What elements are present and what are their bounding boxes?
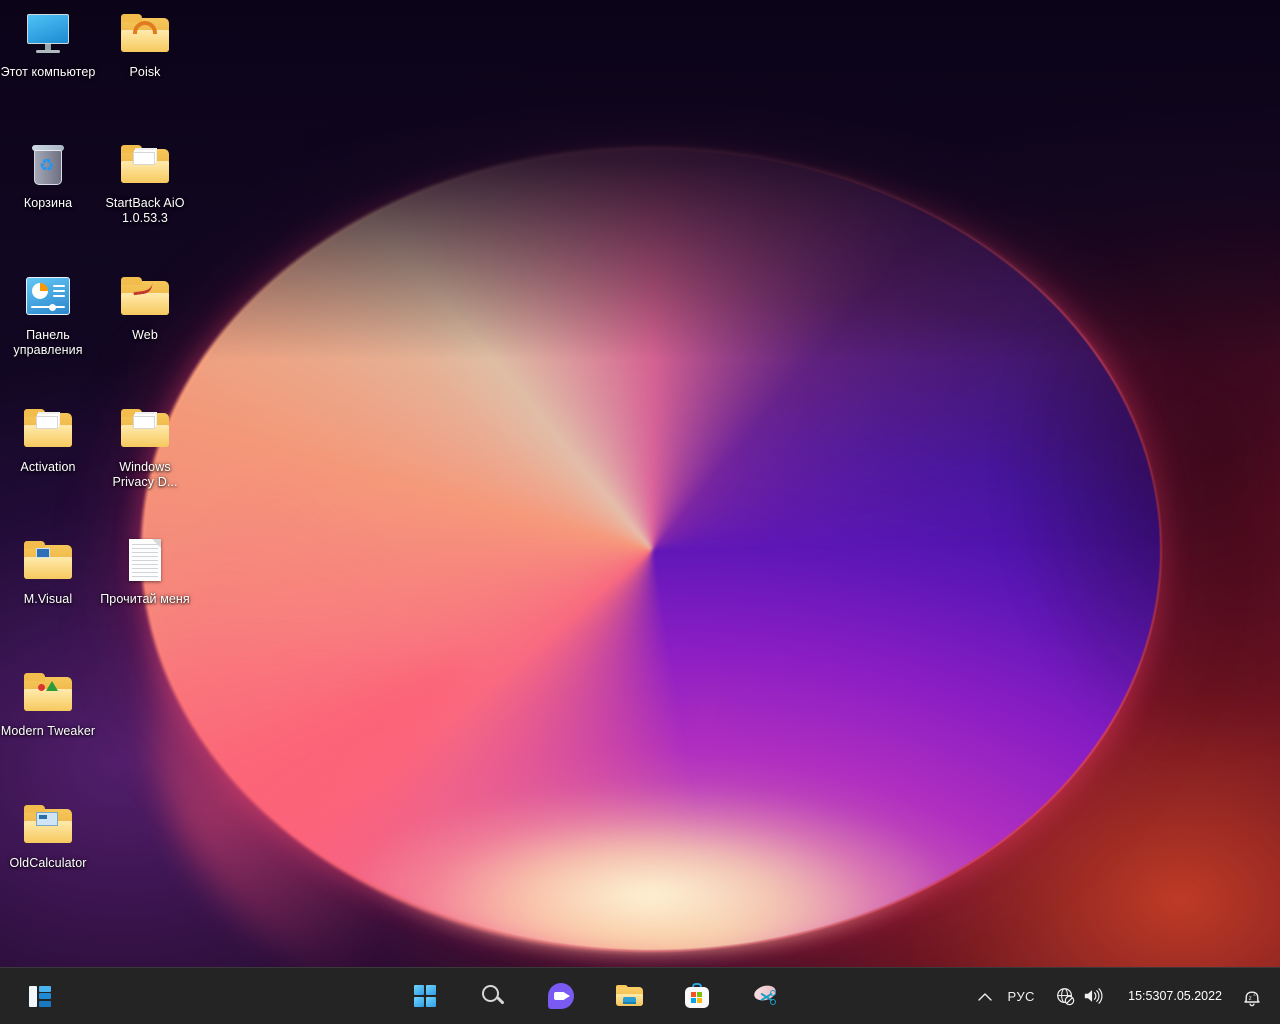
monitor-icon — [23, 10, 73, 60]
folder-icon — [23, 669, 73, 719]
store-icon — [684, 983, 710, 1009]
chat-icon — [548, 983, 574, 1009]
taskbar-left-section — [0, 976, 220, 1016]
desktop-icon-this-pc[interactable]: Этот компьютер — [0, 10, 96, 80]
globe-no-internet-icon — [1056, 987, 1075, 1006]
desktop-icon-label: Activation — [0, 460, 96, 475]
taskbar-snipping-tool-button[interactable] — [745, 976, 785, 1016]
desktop-icon-control-panel[interactable]: Панель управления — [0, 273, 96, 358]
taskbar-start-button[interactable] — [405, 976, 445, 1016]
speaker-icon — [1083, 987, 1103, 1005]
desktop-icon-label: Poisk — [97, 65, 193, 80]
taskbar-clock[interactable]: 15:53 07.05.2022 — [1116, 976, 1234, 1016]
desktop-icon-m-visual[interactable]: M.Visual — [0, 537, 96, 607]
desktop-icon-label: Панель управления — [0, 328, 96, 358]
svg-text:z: z — [1253, 991, 1256, 997]
svg-text:z: z — [1249, 995, 1252, 1002]
taskbar-file-explorer-button[interactable] — [609, 976, 649, 1016]
control-panel-icon — [23, 273, 73, 323]
folder-icon — [23, 801, 73, 851]
folder-icon — [120, 10, 170, 60]
folder-icon — [120, 405, 170, 455]
desktop-icon-activation[interactable]: Activation — [0, 405, 96, 475]
folder-icon — [120, 273, 170, 323]
widgets-icon — [29, 986, 51, 1007]
desktop-icon-poisk[interactable]: Poisk — [97, 10, 193, 80]
desktop-icon-label: Этот компьютер — [0, 65, 96, 80]
chevron-up-icon — [978, 992, 992, 1001]
desktop-icon-label: Web — [97, 328, 193, 343]
folder-icon — [120, 141, 170, 191]
desktop-icon-modern-tweaker[interactable]: Modern Tweaker — [0, 669, 96, 739]
desktop-icon-readme[interactable]: Прочитай меня — [97, 537, 193, 607]
tray-language-button[interactable]: РУС — [1000, 976, 1042, 1016]
recycle-bin-icon: ♻ — [23, 141, 73, 191]
desktop-icon-windows-privacy[interactable]: Windows Privacy D... — [97, 405, 193, 490]
folder-icon — [23, 537, 73, 587]
tray-network-volume-button[interactable] — [1042, 976, 1116, 1016]
clock-date: 07.05.2022 — [1159, 989, 1222, 1003]
desktop-icon-startback-aio[interactable]: StartBack AiO 1.0.53.3 — [97, 141, 193, 226]
search-icon — [482, 985, 505, 1008]
taskbar-store-button[interactable] — [677, 976, 717, 1016]
tray-notification-button[interactable]: z z — [1234, 976, 1270, 1016]
taskbar-search-button[interactable] — [473, 976, 513, 1016]
tray-overflow-button[interactable] — [970, 976, 1000, 1016]
desktop-icon-label: Windows Privacy D... — [97, 460, 193, 490]
folder-icon — [616, 985, 643, 1007]
folder-icon — [23, 405, 73, 455]
desktop-icon-label: Прочитай меня — [97, 592, 193, 607]
language-indicator-label: РУС — [1008, 989, 1035, 1004]
desktop-icon-label: Корзина — [0, 196, 96, 211]
taskbar-widgets-button[interactable] — [20, 976, 60, 1016]
desktop-icon-label: StartBack AiO 1.0.53.3 — [97, 196, 193, 226]
desktop-icon-label: OldCalculator — [0, 856, 96, 871]
taskbar-center-section — [220, 976, 970, 1016]
desktop-icon-label: M.Visual — [0, 592, 96, 607]
taskbar-system-tray: РУС 15:53 07.05.2022 — [970, 976, 1280, 1016]
desktop-icon-label: Modern Tweaker — [0, 724, 96, 739]
taskbar: РУС 15:53 07.05.2022 — [0, 967, 1280, 1024]
clock-time: 15:53 — [1128, 989, 1159, 1003]
bell-do-not-disturb-icon: z z — [1242, 986, 1262, 1007]
desktop-icon-web[interactable]: Web — [97, 273, 193, 343]
desktop-icon-grid: Этот компьютер Poisk ♻ Корзина StartBack… — [0, 0, 210, 960]
desktop-icon-old-calculator[interactable]: OldCalculator — [0, 801, 96, 871]
windows-logo-icon — [414, 985, 436, 1007]
taskbar-chat-button[interactable] — [541, 976, 581, 1016]
text-document-icon — [120, 537, 170, 587]
desktop-icon-recycle-bin[interactable]: ♻ Корзина — [0, 141, 96, 211]
scissors-icon — [752, 984, 779, 1008]
